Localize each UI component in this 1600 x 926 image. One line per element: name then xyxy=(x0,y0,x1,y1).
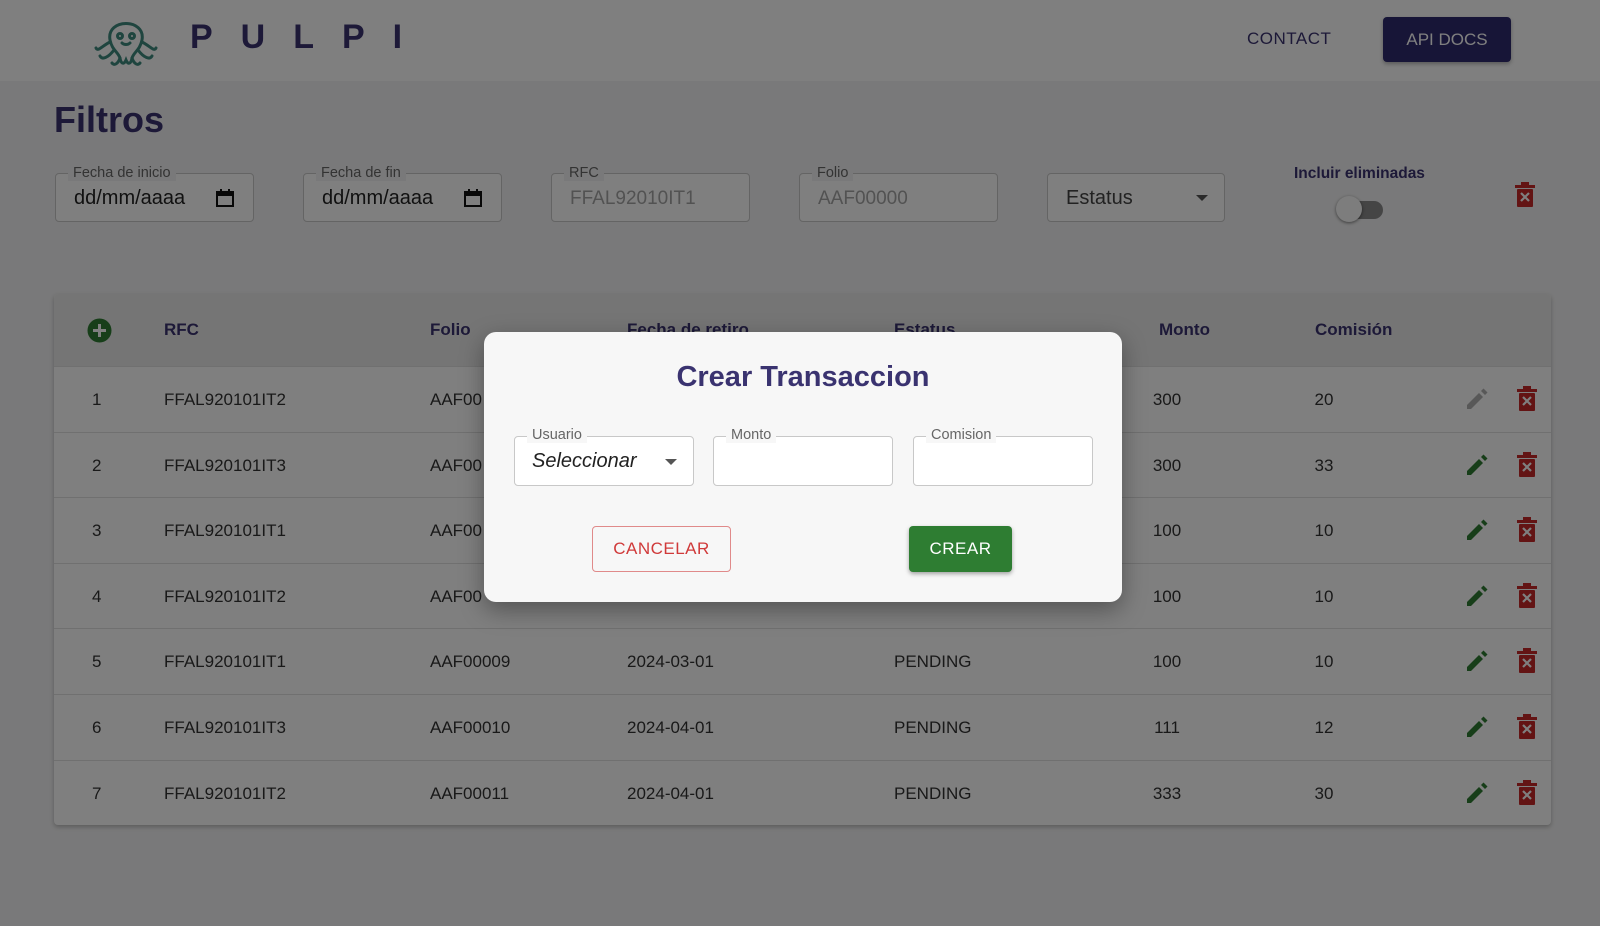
usuario-label: Usuario xyxy=(527,427,587,443)
usuario-select-value: Seleccionar xyxy=(532,450,637,472)
create-button[interactable]: CREAR xyxy=(909,526,1012,572)
comision-input[interactable]: Comision xyxy=(913,427,1093,486)
create-transaction-dialog: Crear Transaccion Usuario Seleccionar Mo… xyxy=(484,332,1122,602)
dropdown-arrow-icon xyxy=(665,459,677,465)
monto-label: Monto xyxy=(726,427,777,443)
cancel-button[interactable]: CANCELAR xyxy=(592,526,731,572)
comision-label: Comision xyxy=(926,427,997,443)
dialog-title: Crear Transaccion xyxy=(676,361,930,393)
monto-input[interactable]: Monto xyxy=(713,427,893,486)
usuario-select[interactable]: Usuario Seleccionar xyxy=(514,427,694,486)
